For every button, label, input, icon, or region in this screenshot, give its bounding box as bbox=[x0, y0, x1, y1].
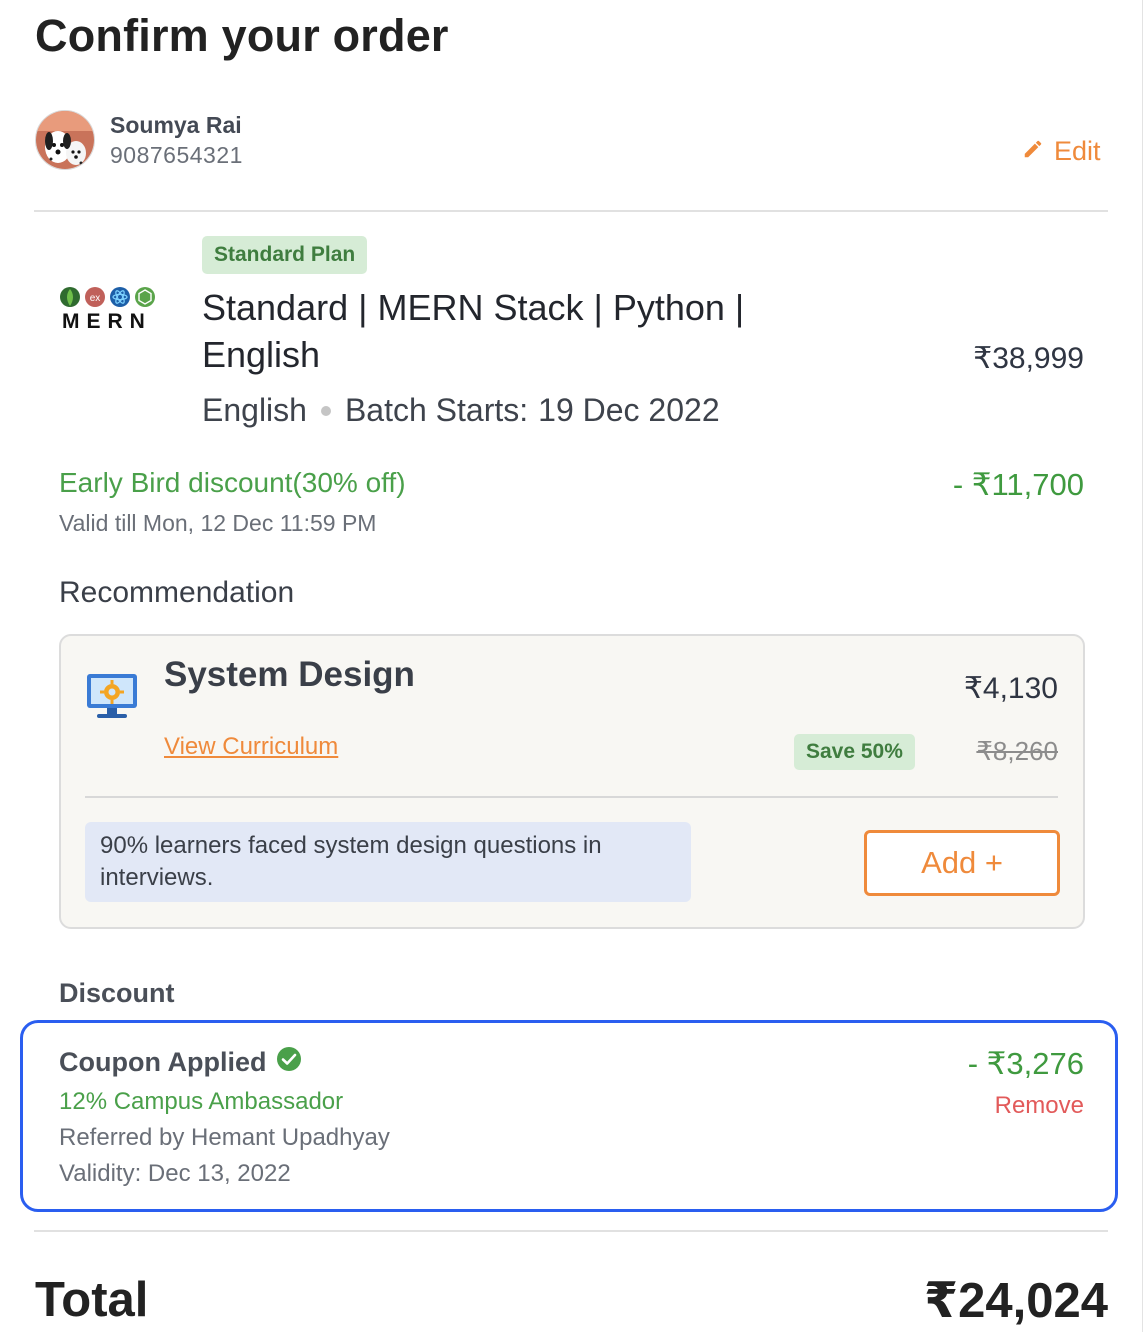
user-phone: 9087654321 bbox=[110, 142, 243, 168]
dalmatian-avatar-icon bbox=[36, 111, 94, 169]
total-amount: ₹24,024 bbox=[924, 1274, 1108, 1328]
early-bird-validity: Valid till Mon, 12 Dec 11:59 PM bbox=[59, 510, 377, 536]
avatar bbox=[35, 110, 95, 170]
original-price: ₹8,260 bbox=[976, 736, 1058, 766]
recommendation-heading: Recommendation bbox=[59, 576, 295, 609]
recommendation-info: 90% learners faced system design questio… bbox=[85, 822, 691, 902]
save-badge: Save 50% bbox=[794, 734, 915, 770]
add-button[interactable]: Add + bbox=[864, 830, 1060, 896]
edit-label: Edit bbox=[1054, 136, 1101, 166]
course-title: Standard | MERN Stack | Python | English bbox=[202, 287, 745, 375]
logo-text: MERN bbox=[62, 310, 152, 333]
edit-button[interactable]: Edit bbox=[1022, 136, 1101, 167]
pencil-icon bbox=[1022, 136, 1044, 167]
coupon-title-text: Coupon Applied bbox=[59, 1047, 267, 1077]
course-language: English bbox=[202, 392, 307, 428]
discount-heading: Discount bbox=[59, 978, 175, 1008]
svg-text:ex: ex bbox=[90, 293, 101, 304]
page-title: Confirm your order bbox=[35, 10, 449, 61]
coupon-amount: - ₹3,276 bbox=[967, 1046, 1084, 1081]
card-divider bbox=[85, 796, 1058, 798]
early-bird-label: Early Bird discount(30% off) bbox=[59, 467, 406, 498]
course-price: ₹38,999 bbox=[973, 342, 1084, 375]
recommendation-title: System Design bbox=[164, 655, 415, 694]
view-curriculum-link[interactable]: View Curriculum bbox=[164, 733, 338, 761]
remove-coupon-link[interactable]: Remove bbox=[995, 1092, 1084, 1120]
coupon-title: Coupon Applied bbox=[59, 1046, 302, 1079]
divider bbox=[34, 210, 1108, 212]
window-edge bbox=[1142, 0, 1143, 1332]
early-bird-amount: - ₹11,700 bbox=[952, 467, 1084, 502]
course-meta: English Batch Starts: 19 Dec 2022 bbox=[202, 392, 720, 429]
separator-dot bbox=[320, 405, 331, 416]
monitor-gear-icon bbox=[85, 672, 139, 722]
coupon-validity: Validity: Dec 13, 2022 bbox=[59, 1160, 291, 1187]
total-label: Total bbox=[35, 1273, 149, 1327]
recommendation-price: ₹4,130 bbox=[963, 672, 1058, 705]
coupon-name: 12% Campus Ambassador bbox=[59, 1088, 344, 1115]
batch-label: Batch Starts: bbox=[344, 392, 529, 428]
coupon-referrer: Referred by Hemant Upadhyay bbox=[59, 1124, 390, 1151]
user-name: Soumya Rai bbox=[110, 112, 242, 138]
plan-badge: Standard Plan bbox=[202, 236, 368, 274]
batch-date: 19 Dec 2022 bbox=[538, 392, 720, 428]
divider bbox=[34, 1230, 1108, 1232]
check-circle-icon bbox=[276, 1046, 302, 1079]
